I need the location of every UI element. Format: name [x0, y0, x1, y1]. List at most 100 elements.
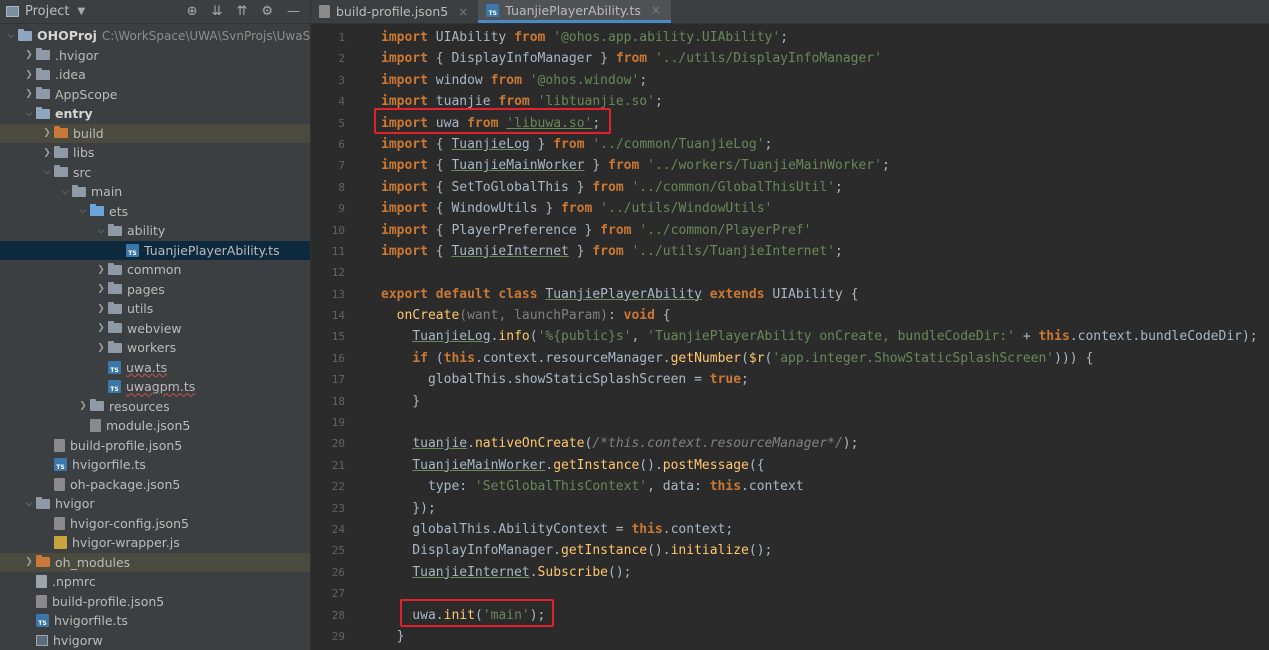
tree-item[interactable]: ⌵ OHOProj C:\WorkSpace\UWA\SvnProjs\UwaSdk [0, 26, 310, 46]
chevron-down-icon[interactable]: ▼ [77, 6, 85, 17]
code-line[interactable]: import window from '@ohos.window'; [381, 70, 1269, 91]
tree-item[interactable]: ⌵ main [0, 182, 310, 202]
tree-item-label: build [73, 125, 104, 141]
tree-item[interactable]: ⌵ ets [0, 202, 310, 222]
code-line[interactable]: import { WindowUtils } from '../utils/Wi… [381, 198, 1269, 219]
chevron-down-icon[interactable]: ⌵ [4, 31, 18, 41]
tree-item[interactable]: ❯ common [0, 260, 310, 280]
tree-item[interactable]: ⌵ ability [0, 221, 310, 241]
editor-tab[interactable]: build-profile.json5 × [311, 0, 478, 23]
tree-item[interactable]: ❯ .hvigor [0, 46, 310, 66]
tree-item[interactable]: ❯ workers [0, 338, 310, 358]
code-line[interactable]: globalThis.showStaticSplashScreen = true… [381, 369, 1269, 390]
tree-item[interactable]: ›build-profile.json5 [0, 436, 310, 456]
chevron-down-icon[interactable]: ⌵ [76, 206, 90, 216]
tree-item[interactable]: ›hvigorw [0, 631, 310, 650]
tree-item[interactable]: ›TSuwagpm.ts [0, 377, 310, 397]
chevron-down-icon[interactable]: ⌵ [58, 187, 72, 197]
code-line[interactable] [381, 262, 1269, 283]
tree-item[interactable]: ❯ webview [0, 319, 310, 339]
line-number-gutter: 1 2 3 4 5 6 7 8 9 10 11 12 13 14 15 16 17 18 19 20 21 22 23 24 2… [311, 27, 345, 647]
code-line[interactable]: } [381, 391, 1269, 412]
tree-item[interactable]: ❯ utils [0, 299, 310, 319]
editor-tab[interactable]: TS TuanjiePlayerAbility.ts × [478, 0, 671, 23]
code-line[interactable]: if (this.context.resourceManager.getNumb… [381, 348, 1269, 369]
code-line[interactable]: TuanjieLog.info('%{public}s', 'TuanjiePl… [381, 326, 1269, 347]
code-line[interactable]: DisplayInfoManager.getInstance().initial… [381, 540, 1269, 561]
code-line[interactable]: tuanjie.nativeOnCreate(/*this.context.re… [381, 433, 1269, 454]
code-token: UIAbility [435, 30, 515, 45]
chevron-down-icon[interactable]: ⌵ [22, 109, 36, 119]
code-line[interactable]: import { TuanjieLog } from '../common/Tu… [381, 134, 1269, 155]
chevron-right-icon[interactable]: ❯ [94, 304, 108, 314]
tree-item[interactable]: ›oh-package.json5 [0, 475, 310, 495]
code-line[interactable]: export default class TuanjiePlayerAbilit… [381, 284, 1269, 305]
chevron-down-icon[interactable]: ⌵ [40, 167, 54, 177]
tree-item[interactable]: ❯ libs [0, 143, 310, 163]
tree-item[interactable]: ❯ AppScope [0, 85, 310, 105]
code-token: } [529, 136, 554, 152]
tree-item[interactable]: ›TShvigorfile.ts [0, 455, 310, 475]
code-line[interactable]: onCreate(want, launchParam): void { [381, 305, 1269, 326]
gear-icon[interactable]: ⚙ [261, 4, 273, 19]
code-line[interactable]: TuanjieInternet.Subscribe(); [381, 562, 1269, 583]
tree-item[interactable]: ❯ resources [0, 397, 310, 417]
chevron-right-icon[interactable]: ❯ [22, 70, 36, 80]
chevron-right-icon[interactable]: ❯ [22, 557, 36, 567]
chevron-right-icon[interactable]: ❯ [40, 148, 54, 158]
tree-item[interactable]: ›.npmrc [0, 572, 310, 592]
code-token: from [514, 30, 554, 45]
tree-item[interactable]: ›module.json5 [0, 416, 310, 436]
code-line[interactable]: import { PlayerPreference } from '../com… [381, 220, 1269, 241]
code-line[interactable]: import { TuanjieMainWorker } from '../wo… [381, 155, 1269, 176]
tree-item[interactable]: ⌵ src [0, 163, 310, 183]
tree-item[interactable]: ❯ pages [0, 280, 310, 300]
tree-item[interactable]: ›build-profile.json5 [0, 592, 310, 612]
tree-item[interactable]: ›TSTuanjiePlayerAbility.ts [0, 240, 310, 260]
code-line[interactable] [381, 412, 1269, 433]
expand-all-icon[interactable]: ⇊ [212, 4, 223, 19]
chevron-right-icon[interactable]: ❯ [22, 89, 36, 99]
folder-icon [54, 145, 68, 158]
hide-panel-icon[interactable]: — [287, 4, 300, 19]
code-line[interactable]: import UIAbility from '@ohos.app.ability… [381, 27, 1269, 48]
chevron-right-icon[interactable]: ❯ [22, 50, 36, 60]
tree-item[interactable]: ❯ build [0, 123, 310, 143]
project-panel-title[interactable]: Project [25, 4, 69, 19]
chevron-right-icon[interactable]: ❯ [40, 128, 54, 138]
tree-item[interactable]: ❯ oh_modules [0, 552, 310, 572]
code-line[interactable]: import { SetToGlobalThis } from '../comm… [381, 177, 1269, 198]
code-token: import [381, 179, 436, 195]
chevron-right-icon[interactable]: ❯ [94, 323, 108, 333]
tree-item[interactable]: ⌵ hvigor [0, 494, 310, 514]
code-token: ; [834, 179, 843, 195]
code-area[interactable]: 1 2 3 4 5 6 7 8 9 10 11 12 13 14 15 16 17 18 19 20 21 22 23 24 2… [311, 24, 1269, 650]
tree-item[interactable]: ❯ .idea [0, 65, 310, 85]
code-line[interactable]: globalThis.AbilityContext = this.context… [381, 519, 1269, 540]
chevron-down-icon[interactable]: ⌵ [22, 499, 36, 509]
folder-icon [36, 496, 50, 509]
chevron-right-icon[interactable]: ❯ [94, 265, 108, 275]
tree-item[interactable]: ›hvigor-wrapper.js [0, 533, 310, 553]
code-token: import [381, 243, 436, 259]
chevron-right-icon[interactable]: ❯ [94, 343, 108, 353]
tree-item[interactable]: ⌵ entry [0, 104, 310, 124]
tree-item[interactable]: ›TSuwa.ts [0, 358, 310, 378]
close-icon[interactable]: × [458, 5, 468, 19]
chevron-right-icon[interactable]: ❯ [76, 401, 90, 411]
code-line[interactable]: TuanjieMainWorker.getInstance().postMess… [381, 455, 1269, 476]
code-line[interactable]: type: 'SetGlobalThisContext', data: this… [381, 476, 1269, 497]
chevron-right-icon[interactable]: ❯ [94, 284, 108, 294]
code-token: ; [881, 158, 890, 174]
code-line[interactable]: import { DisplayInfoManager } from '../u… [381, 48, 1269, 69]
chevron-down-icon[interactable]: ⌵ [94, 226, 108, 236]
tree-item-label: .npmrc [52, 574, 96, 590]
code-line[interactable]: }); [381, 498, 1269, 519]
close-icon[interactable]: × [651, 3, 661, 17]
code-line[interactable]: } [381, 626, 1269, 647]
collapse-all-icon[interactable]: ⇈ [236, 4, 247, 19]
tree-item[interactable]: ›TShvigorfile.ts [0, 611, 310, 631]
locate-file-icon[interactable]: ⊕ [187, 4, 198, 19]
tree-item[interactable]: ›hvigor-config.json5 [0, 514, 310, 534]
code-line[interactable]: import { TuanjieInternet } from '../util… [381, 241, 1269, 262]
